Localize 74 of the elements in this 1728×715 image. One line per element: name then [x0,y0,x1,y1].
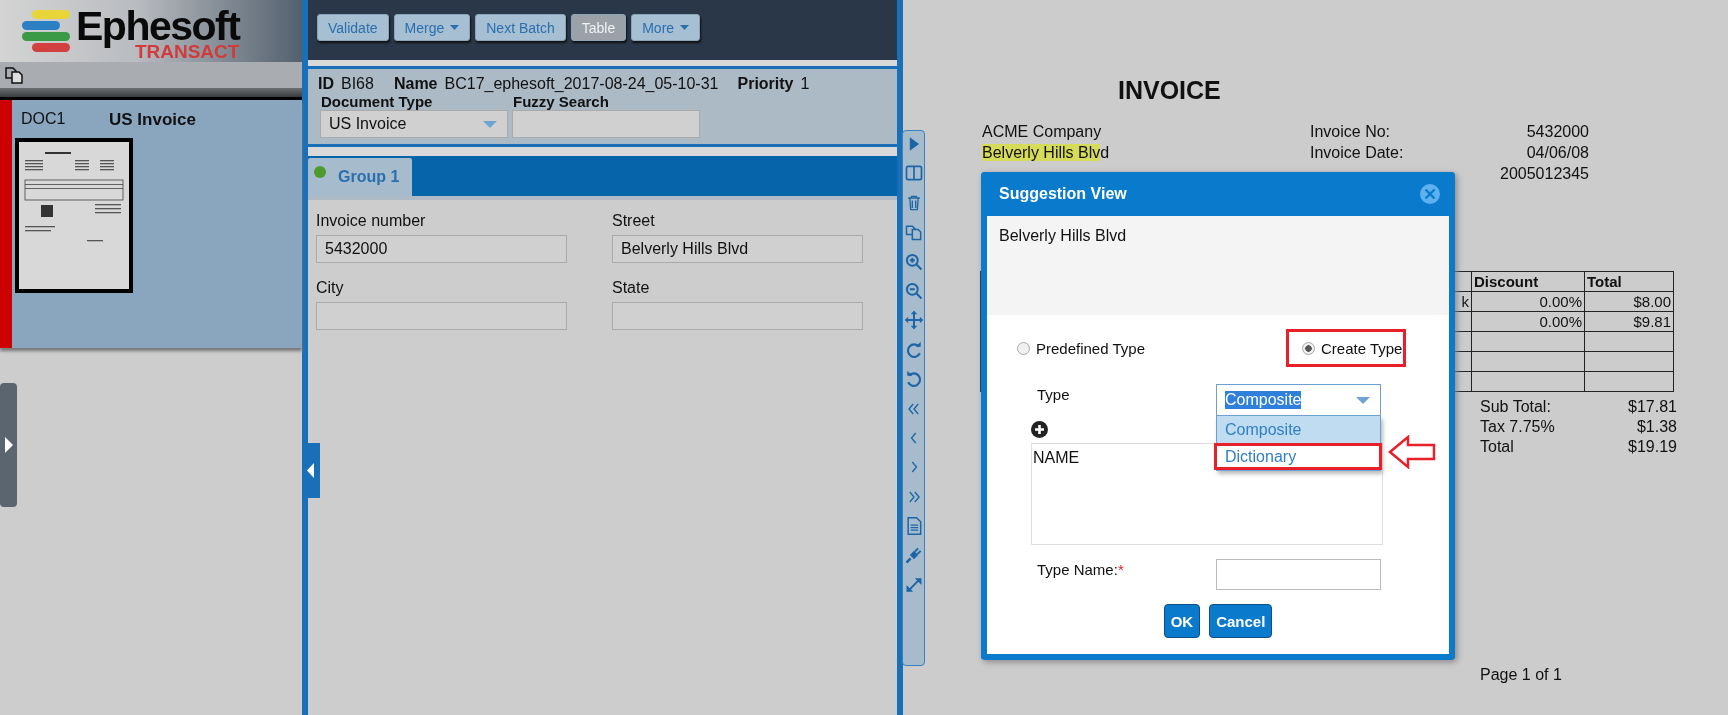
add-icon[interactable] [1031,421,1048,438]
input-field[interactable] [316,302,567,330]
move-icon[interactable] [903,310,924,331]
document-title: INVOICE [1118,76,1222,105]
search-field[interactable] [512,110,700,138]
address-line: Belverly Hills Blvd [982,143,1111,163]
dialog-title: Suggestion View [999,185,1127,203]
radio-button[interactable] [1302,341,1315,355]
total-label: Total [1480,437,1515,457]
input-field[interactable] [1216,559,1381,590]
input-field[interactable]: Belverly Hills Blvd [612,235,863,263]
page-number: Page 1 of 1 [1480,666,1563,684]
arrow-icon [1388,435,1436,469]
columns-icon[interactable] [903,163,924,184]
dialog-button[interactable]: Cancel [1209,604,1273,638]
input-field[interactable]: 5432000 [316,235,567,263]
info-label: ID [318,75,334,93]
detail-value: 04/06/08 [1525,143,1589,163]
document-type: US Invoice [109,110,196,130]
field-label: Type Name:* [1036,560,1125,580]
close-icon[interactable] [1419,183,1441,205]
dropdown-option[interactable]: Composite [1217,416,1380,443]
table-cell: $8.00 [1584,291,1674,312]
info-label: Name [393,75,438,93]
total-value: $19.19 [1627,437,1677,457]
caret-icon [1356,396,1370,404]
info-value: BI68 [341,75,374,93]
detail-label: Invoice Date: [1310,143,1405,163]
group-tab[interactable]: Group 1 [308,158,412,196]
toolbar-button[interactable]: More [631,14,701,41]
field-label: Fuzzy Search [512,93,610,110]
radio-label: Predefined Type [1036,339,1145,357]
radio-button[interactable] [1017,341,1030,355]
status-dot-icon [314,166,326,178]
total-value: $17.81 [1627,397,1677,417]
table-cell: $9.81 [1584,311,1674,332]
total-label: Sub Total: [1480,397,1552,417]
info-value: BC17_ephesoft_2017-08-24_05-10-31 [444,75,719,93]
detail-label: Invoice No: [1310,122,1392,142]
toolbar-button[interactable]: Next Batch [475,14,566,41]
expand-panel-icon[interactable] [0,383,17,507]
total-value: $1.38 [1635,417,1677,437]
field-label: Document Type [320,93,434,110]
field-label: Invoice number [316,212,427,230]
document-card[interactable]: DOC1 US Invoice [0,100,302,348]
info-value: 1 [800,75,810,93]
info-label: Priority [737,75,794,93]
document-type-dropdown[interactable]: US Invoice [320,110,508,138]
suggestion-text: Belverly Hills Blvd [999,227,1128,245]
field-label: City [316,279,345,297]
zoom-in-icon[interactable] [903,251,924,272]
plug-icon[interactable] [903,545,924,566]
toolbar-button[interactable]: Merge [393,14,471,41]
caret-icon [483,120,497,128]
column-header: Discount [1471,271,1585,292]
table-cell: 0.00% [1471,311,1585,332]
table-cell: 0.00% [1471,291,1585,312]
input-field[interactable] [612,302,863,330]
address-line: ACME Company [982,122,1103,142]
radio-label: Create Type [1321,339,1403,357]
dropdown-option[interactable]: Dictionary [1214,443,1382,470]
detail-value: 5432000 [1525,122,1589,142]
zoom-out-icon[interactable] [903,280,924,301]
document-thumbnail-drawing[interactable] [15,138,133,293]
dialog-button[interactable]: OK [1163,604,1201,638]
document-id: DOC1 [21,110,67,129]
field-label: Type [1036,385,1071,405]
toolbar-button[interactable]: Validate [317,14,389,41]
total-label: Tax 7.75% [1480,417,1556,437]
field-label: State [612,279,651,297]
column-header: Total [1584,271,1674,292]
copy-icon[interactable] [4,64,24,84]
detail-value: 2005012345 [1499,164,1589,184]
field-label: Street [612,212,656,230]
